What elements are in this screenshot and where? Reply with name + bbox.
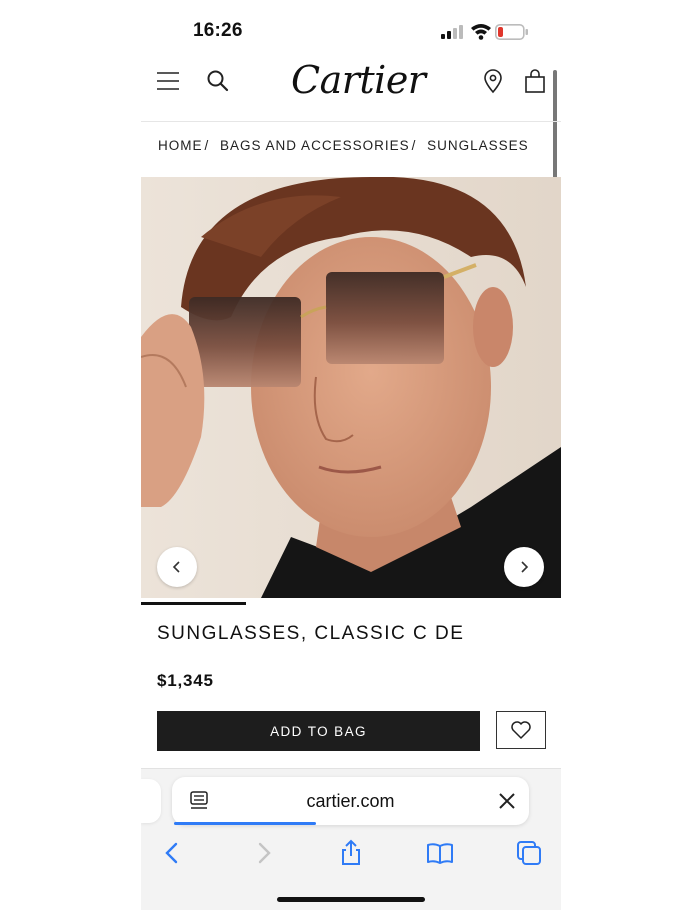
signal-icon: [441, 25, 463, 39]
share-icon[interactable]: [337, 839, 365, 867]
previous-tab-peek[interactable]: [141, 779, 161, 823]
forward-icon[interactable]: [249, 839, 277, 867]
carousel-next-button[interactable]: [504, 547, 544, 587]
wifi-icon: [471, 24, 491, 40]
home-indicator[interactable]: [277, 897, 425, 902]
carousel-prev-button[interactable]: [157, 547, 197, 587]
breadcrumb-home[interactable]: HOME: [158, 138, 203, 153]
product-photo: [141, 177, 561, 598]
page-load-progress: [174, 822, 316, 825]
breadcrumb-separator: /: [204, 138, 210, 153]
breadcrumb-separator: /: [411, 138, 417, 153]
bag-icon[interactable]: [522, 68, 548, 94]
breadcrumb-sunglasses[interactable]: SUNGLASSES: [427, 138, 529, 153]
chevron-right-icon: [521, 561, 529, 573]
wishlist-button[interactable]: [496, 711, 546, 749]
breadcrumb-bags-and-accessories[interactable]: BAGS AND ACCESSORIES: [220, 138, 410, 153]
status-bar: 16:26: [141, 0, 561, 60]
header-divider: [141, 121, 561, 122]
tabs-icon[interactable]: [515, 839, 543, 867]
search-icon[interactable]: [205, 68, 231, 94]
phone-screen: 16:26 Cartier HOME / BAGS AND ACCESSORIE…: [141, 0, 561, 910]
bookmarks-icon[interactable]: [426, 839, 454, 867]
close-icon[interactable]: [497, 791, 517, 811]
product-price: $1,345: [157, 671, 214, 690]
back-icon[interactable]: [159, 839, 187, 867]
add-to-bag-button[interactable]: ADD TO BAG: [157, 711, 480, 751]
product-title: SUNGLASSES, CLASSIC C DE: [157, 623, 465, 644]
breadcrumb: HOME / BAGS AND ACCESSORIES / SUNGLASSES: [158, 138, 529, 153]
product-image-carousel[interactable]: [141, 177, 561, 598]
menu-icon[interactable]: [155, 68, 181, 94]
url-text[interactable]: cartier.com: [172, 777, 529, 825]
browser-bottom-bar: cartier.com: [141, 768, 561, 910]
address-bar[interactable]: cartier.com: [172, 777, 529, 825]
site-header: Cartier: [141, 58, 561, 120]
location-icon[interactable]: [480, 68, 506, 94]
status-time: 16:26: [193, 20, 243, 41]
cartier-logo[interactable]: Cartier: [291, 58, 426, 102]
chevron-left-icon: [172, 561, 180, 573]
carousel-progress-indicator: [141, 602, 246, 605]
heart-icon: [511, 721, 531, 739]
battery-icon: [495, 24, 528, 40]
